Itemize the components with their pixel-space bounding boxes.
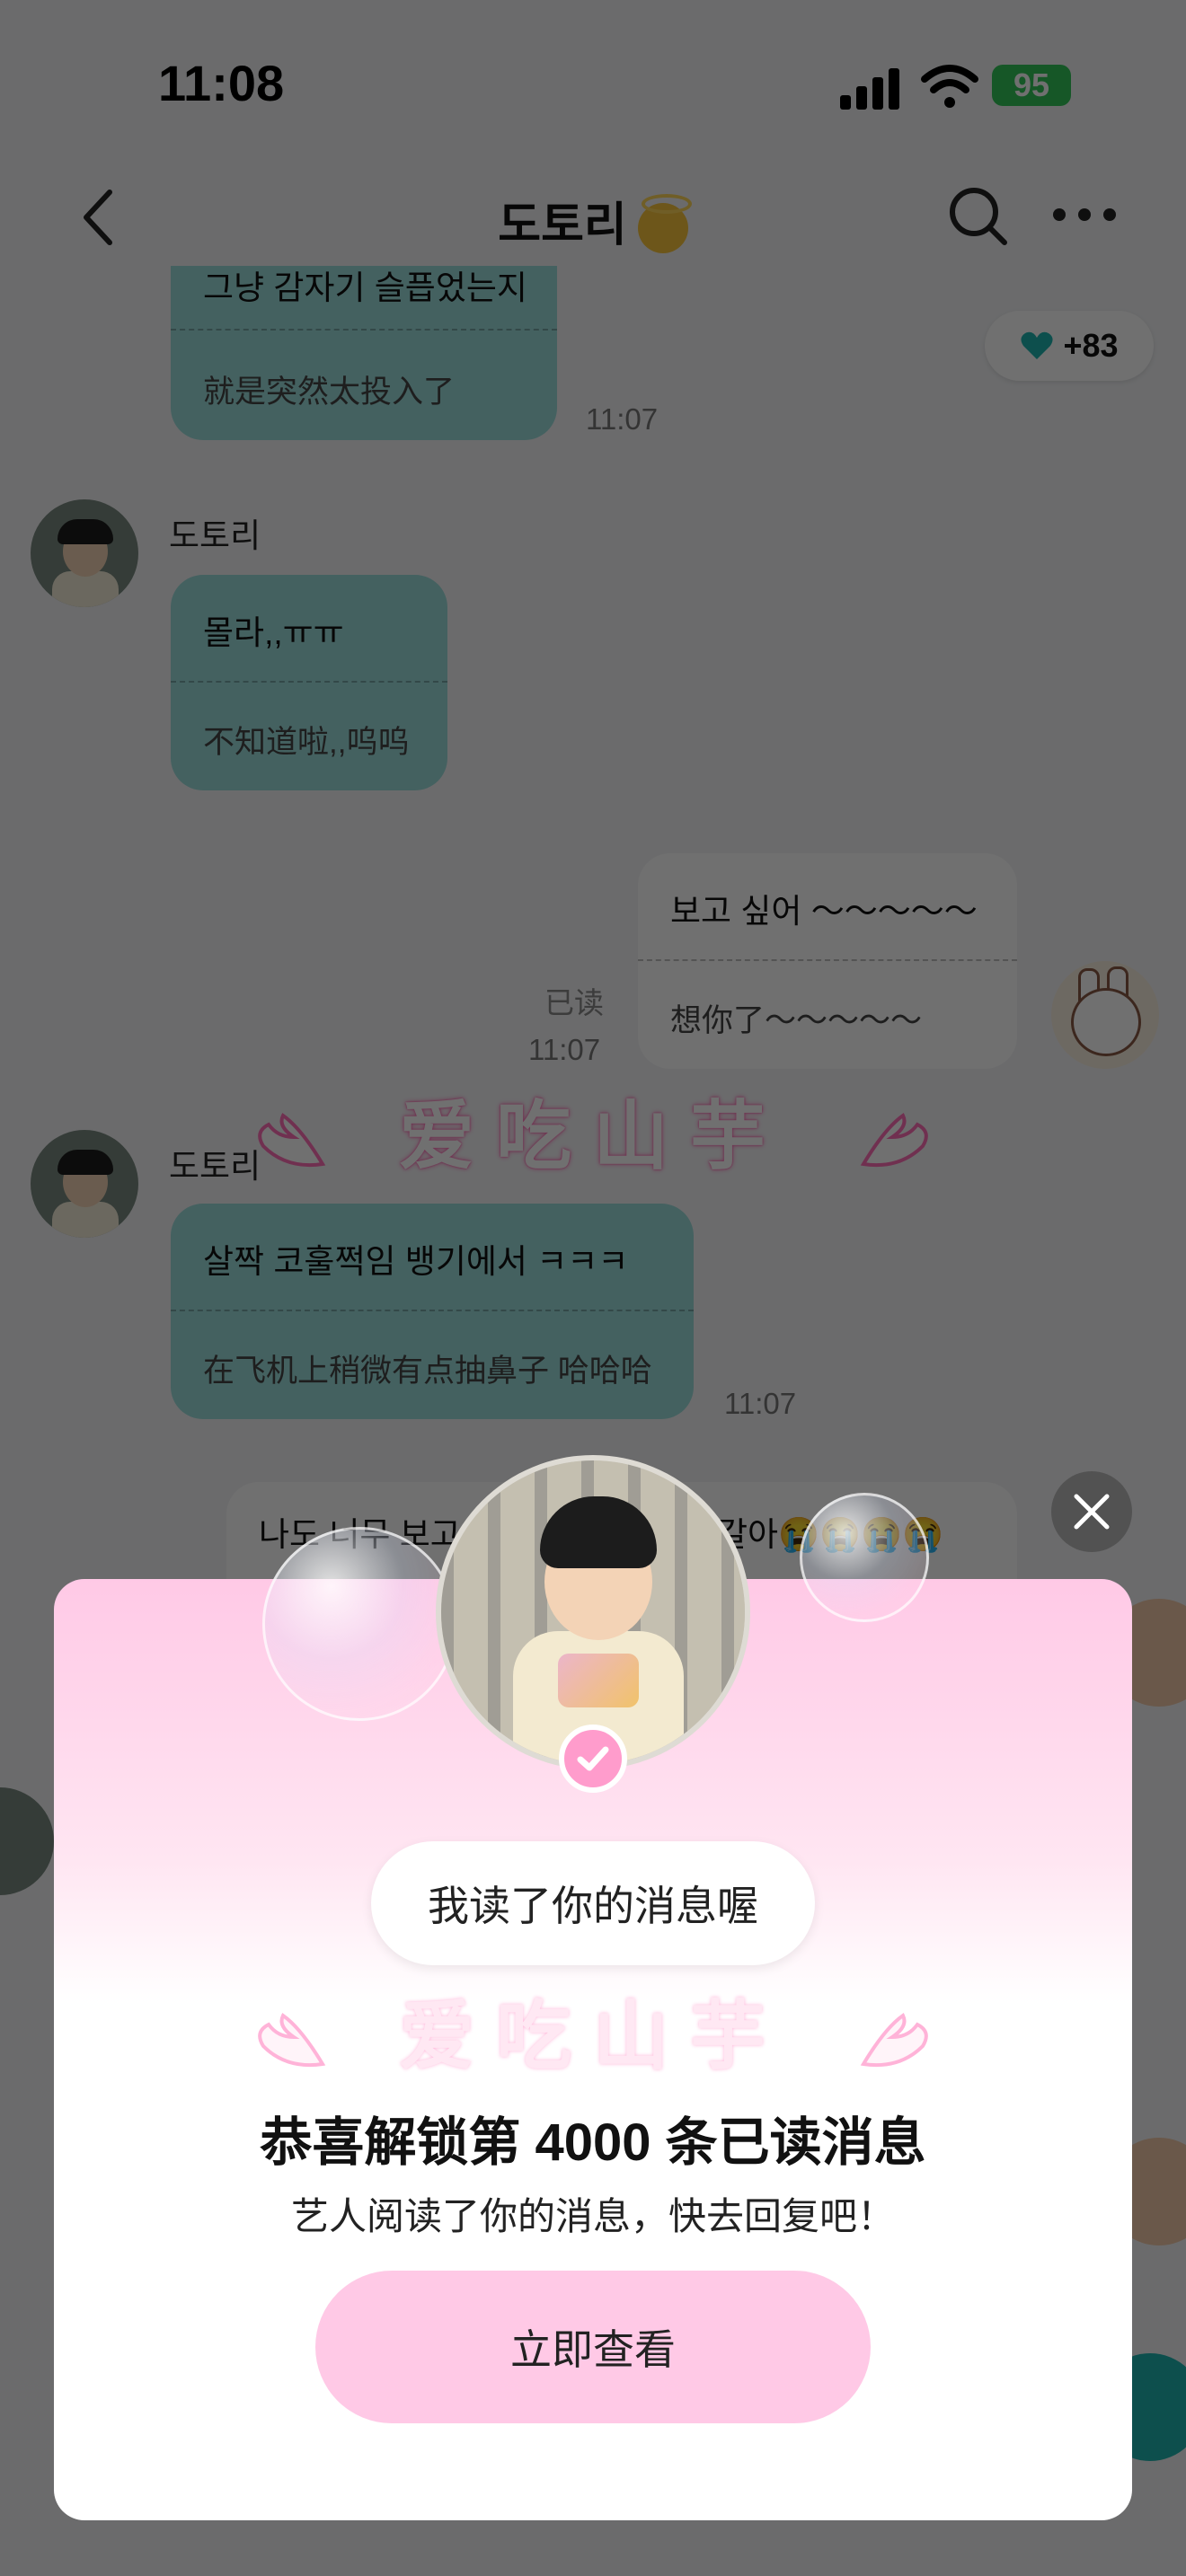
check-icon [559,1725,627,1793]
read-status: 已读 [544,986,604,1019]
sender-name: 도토리 [169,1148,261,1185]
message-time: 11:07 [528,1033,601,1066]
message-translation: 想你了～～～～～ [670,1003,923,1038]
wing-right-icon [860,1113,928,1168]
message-original: 몰라,,ㅠㅠ [203,614,344,651]
congrats-title: 恭喜解锁第 4000 条已读消息 [260,2113,926,2172]
message-original: 보고 싶어 ～～～～～ [670,893,978,930]
bubble-decoration [262,1527,456,1721]
chat-title: 도토리 [498,199,627,251]
heart-count: +83 [1063,327,1119,364]
avatar[interactable] [31,499,138,607]
message-translation: 不知道啦,,呜呜 [203,725,410,760]
congrats-subtext: 艺人阅读了你的消息，快去回复吧！ [290,2195,895,2237]
message-time: 11:07 [586,402,659,436]
close-button[interactable] [1051,1471,1132,1552]
message-bubble[interactable]: 살짝 코훌쩍임 뱅기에서 ㅋㅋㅋ 在飞机上稍微有点抽鼻子 哈哈哈 [171,1204,694,1419]
bubble-decoration [800,1493,929,1622]
read-message-pill: 我读了你的消息喔 [371,1841,815,1965]
wing-left-icon [258,2013,326,2068]
status-bar: 11:08 95 [0,0,1186,171]
battery-level: 95 [1013,66,1050,103]
message-translation: 在飞机上稍微有点抽鼻子 哈哈哈 [203,1354,652,1389]
message-bubble[interactable]: 그냥 감자기 슬픕었는지 就是突然太投入了 [171,266,557,440]
chat-header: 도토리 [0,171,1186,269]
artist-avatar [436,1455,750,1769]
view-now-button[interactable]: 立即查看 [315,2271,871,2423]
more-icon[interactable] [1053,208,1116,223]
signal-icon [840,65,903,110]
message-translation: 就是突然太投入了 [203,375,456,410]
sender-name: 도토리 [169,517,261,554]
wifi-icon [921,65,978,108]
message-original: 살짝 코훌쩍임 뱅기에서 ㅋㅋㅋ [203,1243,629,1280]
message-time: 11:07 [724,1387,797,1420]
modal-nickname-banner: 爱吃山芋 [0,1976,1186,2085]
my-message-bubble[interactable]: 보고 싶어 ～～～～～ 想你了～～～～～ [638,853,1017,1069]
heart-icon [1021,331,1054,359]
avatar[interactable] [31,1130,138,1238]
status-time: 11:08 [158,55,285,111]
avatar-edge [0,1787,54,1895]
message-original: 그냥 감자기 슬픕었는지 [203,269,527,306]
message-bubble[interactable]: 몰라,,ㅠㅠ 不知道啦,,呜呜 [171,575,447,790]
nickname-text: 爱吃山芋 [398,1092,787,1180]
heart-count-badge[interactable]: +83 [985,311,1154,381]
view-now-label: 立即查看 [510,2326,676,2373]
wing-left-icon [258,1113,326,1168]
my-avatar[interactable] [1051,961,1159,1069]
wing-right-icon [860,2013,928,2068]
modal-nickname-text: 爱吃山芋 [398,1992,787,2080]
halo-emoji-icon [637,194,692,254]
battery-indicator: 95 [992,65,1071,106]
close-icon [1074,1494,1110,1530]
search-icon[interactable] [945,183,1010,248]
